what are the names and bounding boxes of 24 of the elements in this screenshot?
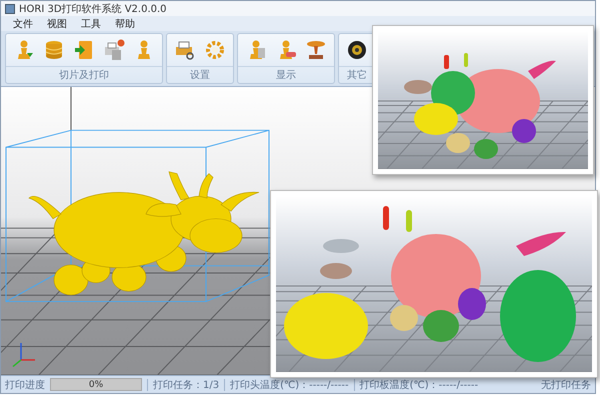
progress-label: 打印进度 bbox=[5, 378, 45, 392]
menu-item[interactable]: 视图 bbox=[47, 16, 67, 30]
database-icon bbox=[43, 39, 65, 61]
printer-icon bbox=[174, 39, 196, 61]
menu-item[interactable]: 帮助 bbox=[115, 16, 135, 30]
gear-icon bbox=[204, 39, 226, 61]
head-temperature-text: 打印头温度(℃)：-----/----- bbox=[230, 378, 349, 392]
ribbon-group-label: 切片及打印 bbox=[6, 66, 162, 83]
window-title: HORI 3D打印软件系统 V2.0.0.0 bbox=[19, 2, 167, 16]
document-arrow-icon bbox=[73, 39, 95, 61]
status-message: 无打印任务 bbox=[541, 378, 591, 392]
axis-icon bbox=[12, 343, 35, 368]
camera-lens-icon bbox=[346, 39, 368, 61]
print-platform-icon bbox=[305, 39, 327, 61]
ribbon-group-label: 设置 bbox=[167, 66, 233, 83]
ribbon-group-label: 显示 bbox=[238, 66, 334, 83]
toolbar-button[interactable] bbox=[345, 38, 369, 62]
app-icon bbox=[5, 4, 15, 14]
progress-reading: 0% bbox=[88, 380, 104, 390]
bed-temperature-text: 打印板温度(℃)：-----/----- bbox=[360, 378, 478, 392]
printer-badge-icon bbox=[103, 39, 125, 61]
menu-item[interactable]: 文件 bbox=[13, 16, 33, 30]
menu-item[interactable]: 工具 bbox=[81, 16, 101, 30]
print-task-text: 打印任务：1/3 bbox=[153, 378, 220, 392]
